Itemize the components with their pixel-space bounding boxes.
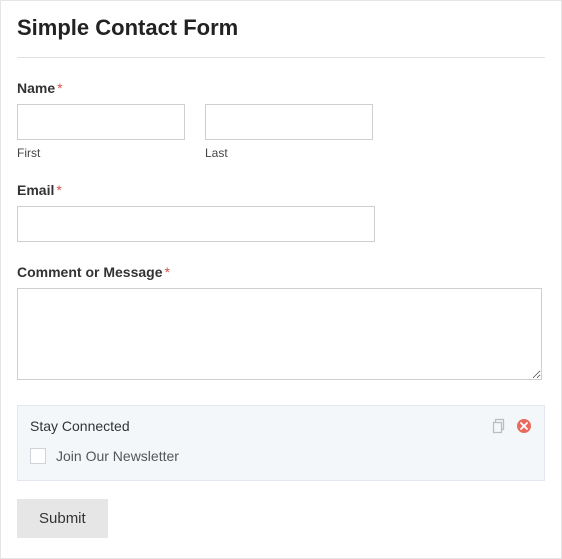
newsletter-checkbox[interactable] <box>30 448 46 464</box>
duplicate-icon[interactable] <box>492 418 508 434</box>
comment-input[interactable] <box>17 288 542 380</box>
email-label: Email* <box>17 182 545 198</box>
required-marker: * <box>57 80 62 96</box>
stay-connected-actions <box>492 418 532 434</box>
contact-form-container: Simple Contact Form Name* First Last Ema… <box>0 0 562 559</box>
first-name-col: First <box>17 104 185 160</box>
comment-field: Comment or Message* <box>17 264 545 383</box>
submit-button[interactable]: Submit <box>17 499 108 538</box>
last-name-input[interactable] <box>205 104 373 140</box>
page-title: Simple Contact Form <box>17 15 545 41</box>
required-marker: * <box>164 264 169 280</box>
name-label-text: Name <box>17 80 55 96</box>
last-name-sublabel: Last <box>205 146 373 160</box>
first-name-sublabel: First <box>17 146 185 160</box>
comment-label: Comment or Message* <box>17 264 545 280</box>
email-field: Email* <box>17 182 545 242</box>
name-row: First Last <box>17 104 545 160</box>
email-input[interactable] <box>17 206 375 242</box>
first-name-input[interactable] <box>17 104 185 140</box>
stay-connected-title: Stay Connected <box>30 418 130 434</box>
name-field: Name* First Last <box>17 80 545 160</box>
email-label-text: Email <box>17 182 54 198</box>
newsletter-checkbox-label: Join Our Newsletter <box>56 448 179 464</box>
comment-label-text: Comment or Message <box>17 264 162 280</box>
newsletter-checkbox-row: Join Our Newsletter <box>30 448 532 464</box>
stay-connected-block[interactable]: Stay Connected Joi <box>17 405 545 481</box>
delete-icon[interactable] <box>516 418 532 434</box>
last-name-col: Last <box>205 104 373 160</box>
required-marker: * <box>56 182 61 198</box>
divider <box>17 57 545 58</box>
name-label: Name* <box>17 80 545 96</box>
stay-connected-header: Stay Connected <box>30 418 532 434</box>
